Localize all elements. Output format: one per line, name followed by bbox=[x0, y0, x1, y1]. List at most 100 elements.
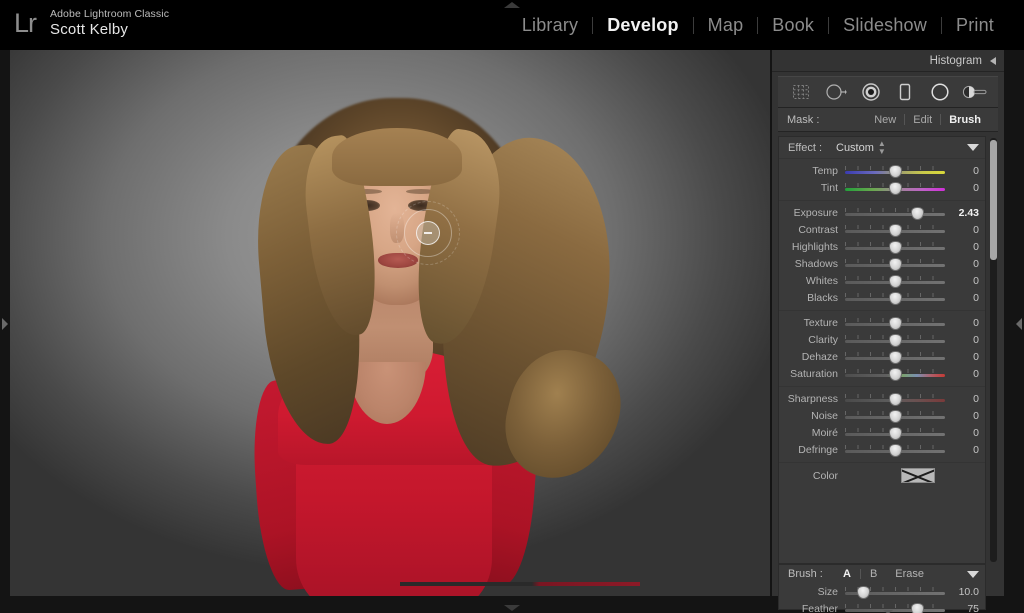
mask-brush-button[interactable]: Brush bbox=[941, 114, 989, 126]
slider-label-dehaze[interactable]: Dehaze bbox=[783, 351, 845, 363]
slider-label-tint[interactable]: Tint bbox=[783, 182, 845, 194]
slider-handle-saturation[interactable] bbox=[888, 368, 902, 381]
slider-value-saturation[interactable]: 0 bbox=[945, 368, 979, 380]
crop-overlay-icon[interactable] bbox=[788, 80, 814, 104]
slider-track-sharpness[interactable] bbox=[845, 392, 945, 406]
brush-erase-button[interactable]: Erase bbox=[886, 568, 933, 580]
right-panel-toggle-arrow[interactable] bbox=[1016, 318, 1022, 330]
spot-removal-icon[interactable] bbox=[823, 80, 849, 104]
slider-handle-contrast[interactable] bbox=[888, 224, 902, 237]
slider-handle-clarity[interactable] bbox=[888, 334, 902, 347]
effect-stepper-icon[interactable]: ▲ ▼ bbox=[878, 139, 886, 156]
brush-a-button[interactable]: A bbox=[834, 568, 860, 580]
slider-track-clarity[interactable] bbox=[845, 333, 945, 347]
graduated-filter-icon[interactable] bbox=[962, 80, 988, 104]
slider-label-blacks[interactable]: Blacks bbox=[783, 292, 845, 304]
module-map[interactable]: Map bbox=[694, 13, 758, 37]
slider-label-contrast[interactable]: Contrast bbox=[783, 224, 845, 236]
slider-track-temp[interactable] bbox=[845, 164, 945, 178]
slider-value-sharpness[interactable]: 0 bbox=[945, 393, 979, 405]
slider-label-texture[interactable]: Texture bbox=[783, 317, 845, 329]
slider-track-noise[interactable] bbox=[845, 409, 945, 423]
mask-edit-button[interactable]: Edit bbox=[905, 114, 940, 126]
slider-handle-highlights[interactable] bbox=[888, 241, 902, 254]
image-preview-stage[interactable] bbox=[10, 50, 770, 596]
slider-value-blacks[interactable]: 0 bbox=[945, 292, 979, 304]
mask-new-button[interactable]: New bbox=[866, 114, 904, 126]
brush-b-button[interactable]: B bbox=[861, 568, 886, 580]
red-eye-correction-icon[interactable] bbox=[858, 80, 884, 104]
slider-value-texture[interactable]: 0 bbox=[945, 317, 979, 329]
slider-value-size[interactable]: 10.0 bbox=[945, 586, 979, 598]
slider-value-temp[interactable]: 0 bbox=[945, 165, 979, 177]
slider-track-highlights[interactable] bbox=[845, 240, 945, 254]
histogram-header[interactable]: Histogram bbox=[772, 50, 1004, 72]
module-slideshow[interactable]: Slideshow bbox=[829, 13, 941, 37]
slider-track-whites[interactable] bbox=[845, 274, 945, 288]
slider-handle-dehaze[interactable] bbox=[888, 351, 902, 364]
slider-track-size[interactable] bbox=[845, 585, 945, 599]
slider-handle-sharpness[interactable] bbox=[888, 393, 902, 406]
slider-label-moire[interactable]: Moiré bbox=[783, 427, 845, 439]
slider-track-feather[interactable] bbox=[845, 602, 945, 613]
brush-collapse-icon[interactable] bbox=[967, 570, 979, 578]
module-book[interactable]: Book bbox=[758, 13, 828, 37]
slider-handle-size[interactable] bbox=[856, 586, 870, 599]
slider-track-blacks[interactable] bbox=[845, 291, 945, 305]
slider-handle-defringe[interactable] bbox=[888, 444, 902, 457]
slider-handle-tint[interactable] bbox=[888, 182, 902, 195]
slider-handle-exposure[interactable] bbox=[910, 207, 924, 220]
module-library[interactable]: Library bbox=[508, 13, 592, 37]
left-panel-toggle-arrow[interactable] bbox=[2, 318, 8, 330]
slider-label-feather[interactable]: Feather bbox=[783, 603, 845, 613]
slider-handle-moire[interactable] bbox=[888, 427, 902, 440]
slider-value-feather[interactable]: 75 bbox=[945, 603, 979, 613]
slider-handle-noise[interactable] bbox=[888, 410, 902, 423]
slider-handle-blacks[interactable] bbox=[888, 292, 902, 305]
slider-track-defringe[interactable] bbox=[845, 443, 945, 457]
slider-value-defringe[interactable]: 0 bbox=[945, 444, 979, 456]
slider-track-tint[interactable] bbox=[845, 181, 945, 195]
masking-rectangle-icon[interactable] bbox=[892, 80, 918, 104]
slider-value-moire[interactable]: 0 bbox=[945, 427, 979, 439]
right-panel-scrollbar[interactable] bbox=[990, 138, 997, 562]
slider-value-shadows[interactable]: 0 bbox=[945, 258, 979, 270]
slider-label-size[interactable]: Size bbox=[783, 586, 845, 598]
mask-pin-marker[interactable] bbox=[416, 221, 440, 245]
slider-handle-feather[interactable] bbox=[910, 603, 924, 613]
slider-label-noise[interactable]: Noise bbox=[783, 410, 845, 422]
slider-value-whites[interactable]: 0 bbox=[945, 275, 979, 287]
slider-track-texture[interactable] bbox=[845, 316, 945, 330]
slider-value-noise[interactable]: 0 bbox=[945, 410, 979, 422]
effect-collapse-icon[interactable] bbox=[967, 144, 979, 151]
slider-handle-temp[interactable] bbox=[888, 165, 902, 178]
module-print[interactable]: Print bbox=[942, 13, 1008, 37]
slider-track-contrast[interactable] bbox=[845, 223, 945, 237]
slider-value-dehaze[interactable]: 0 bbox=[945, 351, 979, 363]
module-develop[interactable]: Develop bbox=[593, 13, 692, 37]
slider-label-clarity[interactable]: Clarity bbox=[783, 334, 845, 346]
top-panel-toggle-arrow[interactable] bbox=[504, 2, 520, 8]
slider-track-shadows[interactable] bbox=[845, 257, 945, 271]
slider-value-tint[interactable]: 0 bbox=[945, 182, 979, 194]
slider-label-saturation[interactable]: Saturation bbox=[783, 368, 845, 380]
filmstrip-toggle-arrow[interactable] bbox=[504, 605, 520, 611]
slider-value-contrast[interactable]: 0 bbox=[945, 224, 979, 236]
slider-value-clarity[interactable]: 0 bbox=[945, 334, 979, 346]
slider-value-exposure[interactable]: 2.43 bbox=[945, 207, 979, 219]
effect-preset-value[interactable]: Custom bbox=[836, 142, 874, 154]
slider-label-exposure[interactable]: Exposure bbox=[783, 207, 845, 219]
masking-radial-icon[interactable] bbox=[927, 80, 953, 104]
slider-label-defringe[interactable]: Defringe bbox=[783, 444, 845, 456]
slider-label-shadows[interactable]: Shadows bbox=[783, 258, 845, 270]
slider-label-highlights[interactable]: Highlights bbox=[783, 241, 845, 253]
slider-track-moire[interactable] bbox=[845, 426, 945, 440]
slider-track-exposure[interactable] bbox=[845, 206, 945, 220]
slider-label-sharpness[interactable]: Sharpness bbox=[783, 393, 845, 405]
color-swatch[interactable] bbox=[901, 468, 935, 483]
scrollbar-thumb[interactable] bbox=[990, 140, 997, 260]
slider-handle-shadows[interactable] bbox=[888, 258, 902, 271]
slider-value-highlights[interactable]: 0 bbox=[945, 241, 979, 253]
slider-handle-whites[interactable] bbox=[888, 275, 902, 288]
slider-handle-texture[interactable] bbox=[888, 317, 902, 330]
